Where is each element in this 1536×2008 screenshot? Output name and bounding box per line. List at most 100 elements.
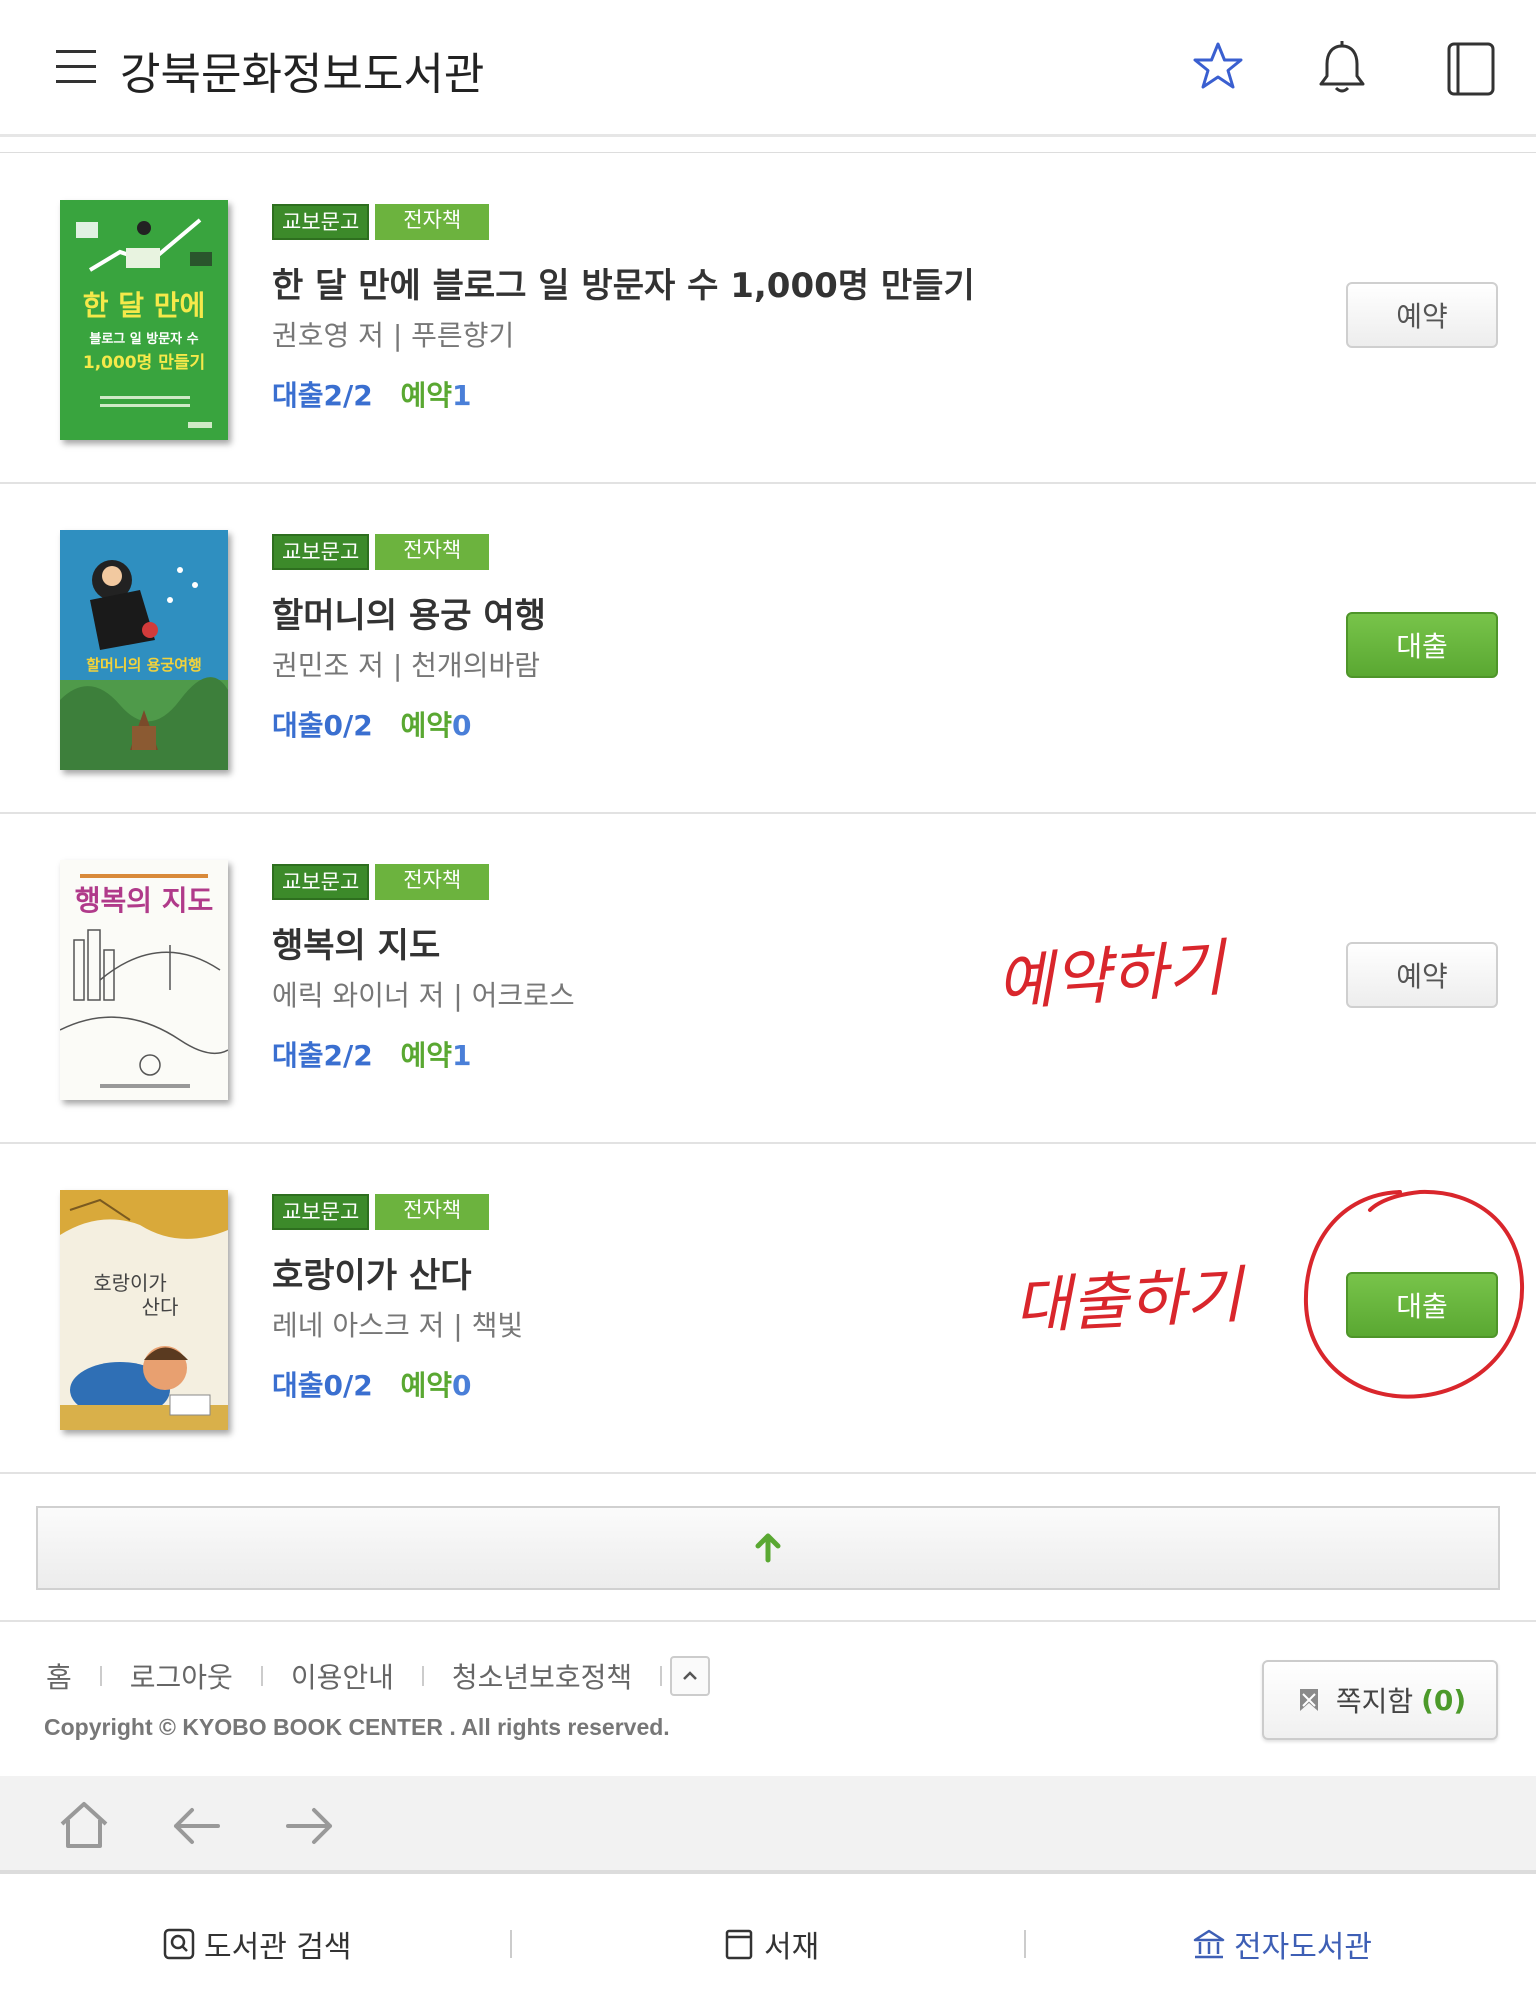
book-cover[interactable]: 호랑이가 산다 [60, 1190, 228, 1430]
footer-divider [0, 1620, 1536, 1622]
reserve-label: 예약 [400, 379, 453, 412]
cover-title-line2: 블로그 일 방문자 수 [89, 331, 198, 347]
cover-title: 행복의 지도 [75, 884, 214, 917]
ebook-badge: 전자책 [375, 534, 490, 570]
book-author-publisher: 에릭 와이너 저 | 어크로스 [272, 979, 575, 1012]
message-icon [1299, 1689, 1318, 1711]
scroll-top-button[interactable] [36, 1506, 1500, 1590]
browser-nav-bar [0, 1776, 1536, 1874]
tab-separator [510, 1930, 512, 1958]
tab-bookshelf[interactable]: 서재 [722, 1922, 819, 1966]
header-divider [0, 152, 1536, 153]
message-box-label: 쪽지함 [1335, 1685, 1414, 1718]
badge-group: 교보문고 전자책 [272, 204, 490, 240]
footer-separator [260, 1666, 263, 1686]
app-header: 강북문화정보도서관 [0, 0, 1536, 137]
book-author-publisher: 레네 아스크 저 | 책빛 [272, 1309, 524, 1342]
reserve-label: 예약 [400, 1369, 453, 1402]
badge-group: 교보문고 전자책 [272, 864, 490, 900]
cover-title-line1: 호랑이가 [93, 1271, 167, 1295]
loan-label: 대출 [272, 1369, 324, 1402]
loan-annotation-text: 대출하기 [1012, 1258, 1248, 1343]
reserve-count: 1 [452, 1039, 472, 1072]
home-icon[interactable] [54, 1796, 114, 1856]
book-title[interactable]: 호랑이가 산다 [272, 1248, 472, 1297]
library-icon [1193, 1929, 1225, 1959]
loan-count: 0/2 [323, 1369, 373, 1402]
svg-text:할머니의 용궁여행: 할머니의 용궁여행 [86, 656, 202, 674]
publisher-badge: 교보문고 [272, 534, 370, 570]
reserve-label: 예약 [400, 709, 453, 742]
message-box-count: (0) [1421, 1683, 1467, 1717]
book-item[interactable]: 할머니의 용궁여행 교보문고 전자책 할머니의 용궁 여행 권민조 저 | 천개… [0, 484, 1536, 814]
search-icon [163, 1928, 195, 1960]
library-title: 강북문화정보도서관 [120, 49, 485, 100]
book-title[interactable]: 한 달 만에 블로그 일 방문자 수 1,000명 만들기 [272, 258, 975, 307]
bookshelf-icon [725, 1929, 753, 1960]
footer-link-home[interactable]: 홈 [46, 1656, 72, 1696]
book-cover[interactable]: 행복의 지도 [60, 860, 228, 1100]
reserve-annotation: 예약하기 [994, 931, 1230, 1020]
tab-label: 서재 [764, 1930, 820, 1965]
footer-links: 홈 로그아웃 이용안내 청소년보호정책 [46, 1656, 711, 1696]
book-availability: 대출2/2 예약1 [272, 1034, 472, 1074]
publisher-badge: 교보문고 [272, 1194, 370, 1230]
cover-title-line1: 한 달 만에 [83, 289, 206, 322]
book-item[interactable]: 행복의 지도 교보문고 전자책 행복의 지도 에릭 와이너 저 | 어크로스 대… [0, 814, 1536, 1144]
footer-link-logout[interactable]: 로그아웃 [130, 1656, 233, 1696]
arrow-up-icon [755, 1533, 781, 1563]
reserve-count: 0 [452, 1369, 472, 1402]
reserve-count: 1 [452, 379, 472, 412]
tab-separator [1024, 1930, 1026, 1958]
footer-link-guide[interactable]: 이용안내 [291, 1656, 394, 1696]
book-author-publisher: 권민조 저 | 천개의바람 [272, 649, 540, 682]
ebook-badge: 전자책 [375, 204, 490, 240]
chevron-up-icon [683, 1671, 698, 1680]
tab-label: 전자도서관 [1234, 1930, 1372, 1965]
book-item[interactable]: 한 달 만에 블로그 일 방문자 수 1,000명 만들기 교보문고 전자책 한… [0, 154, 1536, 484]
book-title[interactable]: 행복의 지도 [272, 918, 440, 967]
tab-e-library[interactable]: 전자도서관 [1192, 1922, 1372, 1966]
book-cover[interactable]: 한 달 만에 블로그 일 방문자 수 1,000명 만들기 [60, 200, 228, 440]
loan-count: 2/2 [323, 1039, 373, 1072]
footer-separator [660, 1666, 663, 1686]
reserve-button[interactable]: 예약 [1346, 282, 1498, 348]
loan-label: 대출 [272, 1039, 324, 1072]
book-availability: 대출0/2 예약0 [272, 1364, 472, 1404]
book-cover[interactable]: 할머니의 용궁여행 [60, 530, 228, 770]
bottom-tab-bar: 도서관 검색 서재 전자도서관 [0, 1878, 1536, 2008]
menu-icon[interactable] [56, 50, 96, 84]
forward-arrow-icon[interactable] [280, 1796, 340, 1856]
badge-group: 교보문고 전자책 [272, 534, 490, 570]
cover-title-line2: 산다 [142, 1295, 179, 1319]
message-box-button[interactable]: 쪽지함 (0) [1262, 1660, 1498, 1740]
tab-library-search[interactable]: 도서관 검색 [162, 1922, 352, 1966]
publisher-badge: 교보문고 [272, 204, 370, 240]
bell-icon[interactable] [1312, 38, 1372, 98]
book-item[interactable]: 호랑이가 산다 교보문고 전자책 호랑이가 산다 레네 아스크 저 | 책빛 대… [0, 1144, 1536, 1474]
footer-up-button[interactable] [670, 1656, 711, 1696]
ebook-badge: 전자책 [375, 864, 490, 900]
copyright: Copyright © KYOBO BOOK CENTER . All righ… [44, 1714, 670, 1740]
ebook-badge: 전자책 [375, 1194, 490, 1230]
footer-separator [421, 1666, 424, 1686]
reserve-label: 예약 [400, 1039, 453, 1072]
footer-separator [99, 1666, 102, 1686]
footer-link-youth-policy[interactable]: 청소년보호정책 [452, 1656, 632, 1696]
book-title[interactable]: 할머니의 용궁 여행 [272, 588, 546, 637]
reserve-button[interactable]: 예약 [1346, 942, 1498, 1008]
loan-label: 대출 [272, 709, 324, 742]
loan-label: 대출 [272, 379, 324, 412]
reserve-count: 0 [452, 709, 472, 742]
reserve-annotation-text: 예약하기 [994, 931, 1230, 1020]
back-arrow-icon[interactable] [166, 1796, 226, 1856]
book-availability: 대출2/2 예약1 [272, 374, 472, 414]
cover-title-line3: 1,000명 만들기 [83, 353, 205, 373]
star-icon[interactable] [1188, 38, 1248, 98]
bookshelf-icon[interactable] [1440, 38, 1500, 98]
publisher-badge: 교보문고 [272, 864, 370, 900]
loan-annotation: 대출하기 [1012, 1258, 1248, 1343]
loan-button[interactable]: 대출 [1346, 612, 1498, 678]
loan-button[interactable]: 대출 [1346, 1272, 1498, 1338]
loan-count: 2/2 [323, 379, 373, 412]
